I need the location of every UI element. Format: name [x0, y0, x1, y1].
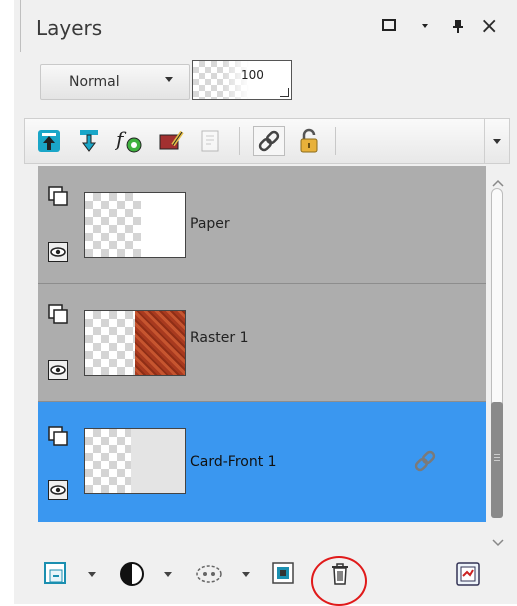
dropdown-arrow-icon[interactable] [418, 18, 432, 38]
pin-icon[interactable] [450, 18, 466, 38]
toolbar-overflow-button[interactable] [484, 119, 509, 163]
link-icon[interactable] [410, 446, 440, 476]
layer-thumbnail [84, 192, 186, 258]
layer-name[interactable]: Raster 1 [190, 330, 249, 346]
svg-text:f: f [115, 127, 127, 151]
chevron-down-icon [493, 139, 501, 144]
properties-icon[interactable] [197, 127, 225, 155]
bottom-toolbar [24, 552, 510, 598]
layers-list: Paper Raster 1 Card-Front 1 [38, 166, 486, 522]
scroll-thumb[interactable] [491, 402, 503, 518]
adjustment-layer-icon[interactable] [118, 560, 146, 588]
layer-row[interactable]: Raster 1 [38, 284, 486, 402]
layer-group-icon[interactable] [48, 304, 68, 324]
close-icon[interactable]: × [480, 16, 498, 38]
opacity-value: 100 [241, 68, 264, 82]
new-layer-icon[interactable] [42, 560, 70, 588]
layer-thumbnail [84, 310, 186, 376]
layer-row-selected[interactable]: Card-Front 1 [38, 402, 486, 522]
chevron-down-icon[interactable] [88, 572, 96, 577]
merge-icon[interactable] [270, 560, 298, 588]
blend-mode-value: Normal [69, 74, 120, 90]
highlight-circle [311, 556, 367, 606]
lock-icon[interactable] [295, 127, 323, 155]
edit-selection-icon[interactable] [157, 127, 185, 155]
blend-mode-select[interactable]: Normal [40, 64, 190, 100]
link-icon[interactable] [253, 126, 285, 156]
mask-icon[interactable] [194, 560, 222, 588]
layer-name[interactable]: Card-Front 1 [190, 454, 277, 470]
properties-icon[interactable] [454, 560, 482, 588]
maximize-icon[interactable] [380, 18, 398, 38]
layer-group-icon[interactable] [48, 186, 68, 206]
chevron-down-icon[interactable] [242, 572, 250, 577]
move-down-icon[interactable] [75, 127, 103, 155]
layer-group-icon[interactable] [48, 426, 68, 446]
resize-grip-icon [280, 88, 289, 97]
outer-margin [0, 0, 14, 604]
layers-toolbar: f [24, 118, 510, 164]
layer-name[interactable]: Paper [190, 216, 230, 232]
chevron-down-icon[interactable] [164, 572, 172, 577]
tab-divider [20, 0, 21, 52]
scroll-down-icon[interactable] [492, 532, 504, 551]
layers-scrollbar[interactable] [486, 166, 510, 547]
visibility-eye-icon[interactable] [48, 360, 68, 380]
layer-thumbnail [84, 428, 186, 494]
panel-title: Layers [36, 16, 103, 40]
opacity-field[interactable]: 100 [192, 60, 292, 100]
toolbar-divider [335, 127, 336, 155]
toolbar-divider [239, 127, 240, 155]
visibility-eye-icon[interactable] [48, 242, 68, 262]
fx-effects-icon[interactable]: f [114, 127, 143, 155]
layer-row[interactable]: Paper [38, 166, 486, 284]
visibility-eye-icon[interactable] [48, 480, 68, 500]
chevron-down-icon [165, 77, 173, 82]
move-up-icon[interactable] [35, 127, 63, 155]
